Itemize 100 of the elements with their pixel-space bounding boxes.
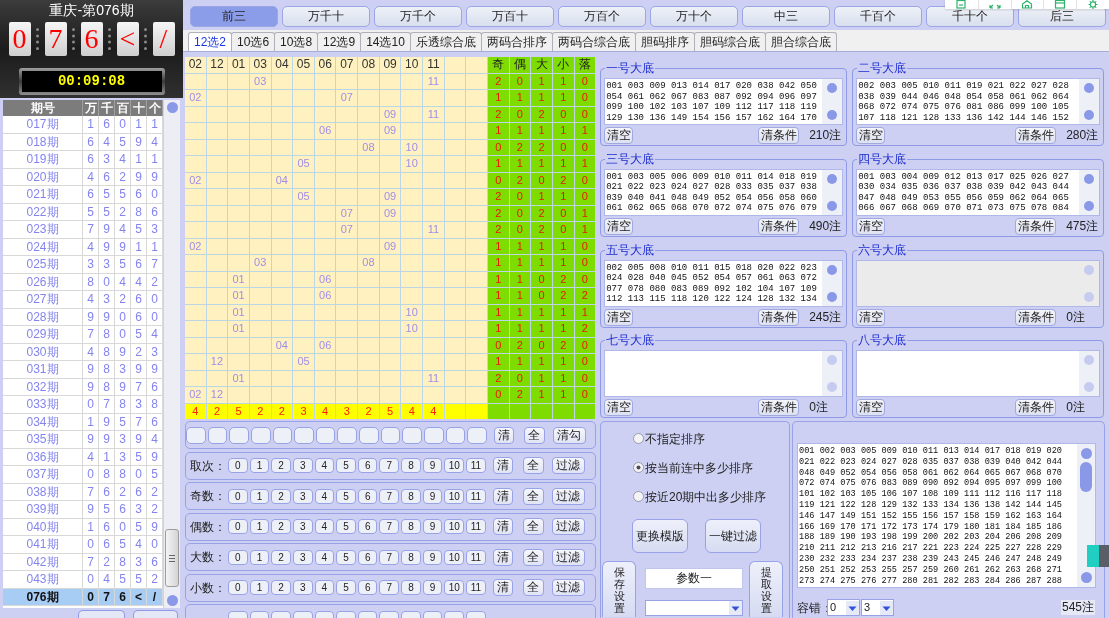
tab[interactable]: 千百个	[834, 6, 922, 27]
option-button[interactable]: 2	[271, 458, 291, 473]
clear-button[interactable]: 清空	[604, 399, 634, 417]
option-button[interactable]: 3	[292, 580, 313, 595]
number-list-field[interactable]: 002 005 008 010 011 015 018 020 022 023 024 028 040 045 052 054 057 061 063 072 077 078 080 083 089 092 102 104 107 109 112 113 115 118 120 122 124 128 132 134	[604, 259, 844, 307]
checkbox-slot[interactable]	[207, 426, 228, 444]
scroll-down-button[interactable]	[827, 291, 838, 302]
checkbox-slot[interactable]	[359, 426, 379, 444]
scroll-up-button[interactable]	[827, 83, 838, 93]
radio-option[interactable]: 不指定排序	[633, 424, 705, 453]
quick-filter-button[interactable]: 一键过滤	[705, 519, 761, 553]
select-all-button[interactable]: 全	[522, 579, 544, 596]
number-list-field[interactable]	[604, 350, 844, 398]
option-button[interactable]: 3	[292, 488, 313, 504]
clear-button[interactable]: 清	[492, 548, 513, 566]
scrollbar-thumb[interactable]	[165, 529, 179, 587]
clear-button[interactable]: 清	[492, 518, 513, 535]
option-button[interactable]: 11	[466, 488, 486, 504]
result-list-field[interactable]: 001 002 003 005 009 010 011 013 014 017 018 019 020 021 022 023 024 027 028 035 037 038 039 040 042 044 048 049 052 054 056 058 061 062 064 065 067 068 070 072 074 075 076 083 089 090 092 094 095 097 099 100 101 102 103 105 106 107 108 109 111 112 116 117 118 119 121 122 128 129 132 133 134 136 138 142 144 145 146 147 149 151 152 155 156 157 158 159 162 163 164 166 169 170 171 172 173 174 179 180 181 184 185 186 188 189 190 193 198 199 200 202 203 204 206 208 209 210 211 212 213 216 217 221 223 224 225 227 228 229 230 232 233 234 237 238 239 243 245 246 247 248 249 250 251 252 253 255 257 259 260 261 262 263 268 271 273 274 275 276 277 280 281 282 283 284 286 287 288	[797, 443, 1096, 588]
reset-conditions-button[interactable]: 清条件	[758, 217, 800, 235]
scroll-down-button[interactable]	[166, 595, 178, 606]
option-button[interactable]: 8	[401, 458, 421, 473]
scroll-up-button[interactable]	[827, 355, 838, 366]
checkbox-slot[interactable]	[315, 426, 336, 444]
clear-button[interactable]: 清空	[604, 308, 634, 326]
checkbox-slot[interactable]	[402, 426, 423, 444]
option-button[interactable]: 11	[466, 519, 486, 534]
option-button[interactable]: 5	[336, 488, 356, 504]
option-button[interactable]: 3	[292, 458, 313, 473]
option-button[interactable]: 2	[271, 488, 291, 504]
scroll-up-button[interactable]	[827, 173, 838, 184]
checkbox-slot[interactable]	[186, 426, 206, 444]
option-button[interactable]: 6	[357, 519, 378, 534]
option-button[interactable]: 0	[228, 488, 248, 504]
radio-option[interactable]: 按近20期中出多少排序	[633, 482, 767, 511]
clear-button[interactable]: 清空	[604, 217, 634, 235]
option-button[interactable]: 7	[379, 488, 400, 504]
option-button[interactable]: 9	[422, 458, 443, 473]
scroll-up-button[interactable]	[827, 264, 838, 275]
option-button[interactable]: 3	[292, 519, 313, 534]
filter-button[interactable]: 过滤	[551, 579, 585, 596]
select-all-button[interactable]: 全	[522, 457, 544, 474]
option-button[interactable]: 0	[228, 580, 248, 595]
option-button[interactable]: 5	[336, 549, 356, 565]
option-button[interactable]: 6	[357, 488, 378, 504]
checkbox-slot[interactable]	[380, 426, 401, 444]
preset-dropdown[interactable]	[645, 600, 743, 616]
scroll-up-button[interactable]	[1080, 448, 1092, 459]
checkbox-slot[interactable]	[467, 426, 487, 444]
option-button[interactable]: 10	[444, 580, 465, 595]
select-all-button[interactable]: 全	[522, 487, 544, 505]
checkbox-slot[interactable]	[272, 426, 293, 444]
reset-conditions-button[interactable]: 清条件	[1015, 399, 1057, 417]
scroll-down-button[interactable]	[1084, 110, 1095, 120]
number-list-field[interactable]: 001 003 009 013 014 017 020 038 042 050 054 061 062 067 083 087 092 094 096 097 099 100 102 103 107 109 112 117 118 119 129 130 136 149 154 156 157 162 164 170	[604, 78, 844, 125]
clear-button[interactable]: 清空	[856, 399, 886, 417]
tab[interactable]: 两码合综合底	[551, 32, 636, 51]
checkbox-slot[interactable]	[294, 426, 314, 444]
tab[interactable]: 前三	[190, 6, 278, 27]
number-list-field[interactable]: 001 003 004 009 012 013 017 025 026 027 030 034 035 036 037 038 039 042 043 044 047 048 049 053 055 056 059 062 064 065 066 067 068 069 070 071 073 075 078 084	[856, 168, 1101, 216]
option-button[interactable]: 7	[379, 580, 400, 595]
clear-button[interactable]: 清	[492, 457, 513, 474]
side-tab-handle[interactable]	[1087, 545, 1109, 567]
option-button[interactable]: 5	[336, 519, 356, 534]
option-button[interactable]: 11	[466, 549, 486, 565]
scroll-up-button[interactable]	[1084, 173, 1095, 184]
tab[interactable]: 万百十	[466, 6, 554, 27]
tab[interactable]: 10选6	[231, 32, 276, 51]
checkbox-slot[interactable]	[337, 426, 358, 444]
scrollbar-track[interactable]	[164, 100, 180, 608]
cut-off-button[interactable]	[133, 610, 178, 618]
clear-button[interactable]: 清空	[856, 127, 886, 144]
option-button[interactable]: 4	[314, 549, 335, 565]
load-settings-button[interactable]: 提取设置	[749, 561, 783, 617]
option-button[interactable]: 10	[444, 549, 465, 565]
option-button[interactable]: 7	[379, 549, 400, 565]
option-button[interactable]: 6	[357, 580, 378, 595]
filter-button[interactable]: 过滤	[551, 518, 585, 535]
clear-button[interactable]: 清	[493, 426, 514, 444]
scroll-down-button[interactable]	[827, 110, 838, 120]
cut-off-button[interactable]	[78, 610, 125, 618]
option-button[interactable]: 0	[228, 458, 248, 473]
clear-button[interactable]: 清空	[604, 127, 634, 144]
tab[interactable]: 胆码综合底	[693, 32, 766, 51]
option-button[interactable]: 10	[444, 519, 465, 534]
option-button[interactable]: 4	[314, 580, 335, 595]
option-button[interactable]: 2	[271, 549, 291, 565]
tab[interactable]: 12选9	[317, 32, 362, 51]
tab[interactable]: 万千十	[282, 6, 370, 27]
option-button[interactable]: 0	[228, 519, 248, 534]
scroll-down-button[interactable]	[1080, 572, 1092, 583]
tab[interactable]: 14选10	[360, 32, 411, 51]
checkbox-slot[interactable]	[424, 426, 444, 444]
option-button[interactable]: 1	[249, 549, 270, 565]
option-button[interactable]: 10	[444, 458, 465, 473]
clear-checks-button[interactable]: 清勾	[552, 426, 586, 444]
tab[interactable]: 胆码排序	[634, 32, 695, 51]
reset-conditions-button[interactable]: 清条件	[758, 127, 800, 144]
tab[interactable]: 胆合综合底	[764, 32, 837, 51]
option-button[interactable]: 2	[271, 519, 291, 534]
